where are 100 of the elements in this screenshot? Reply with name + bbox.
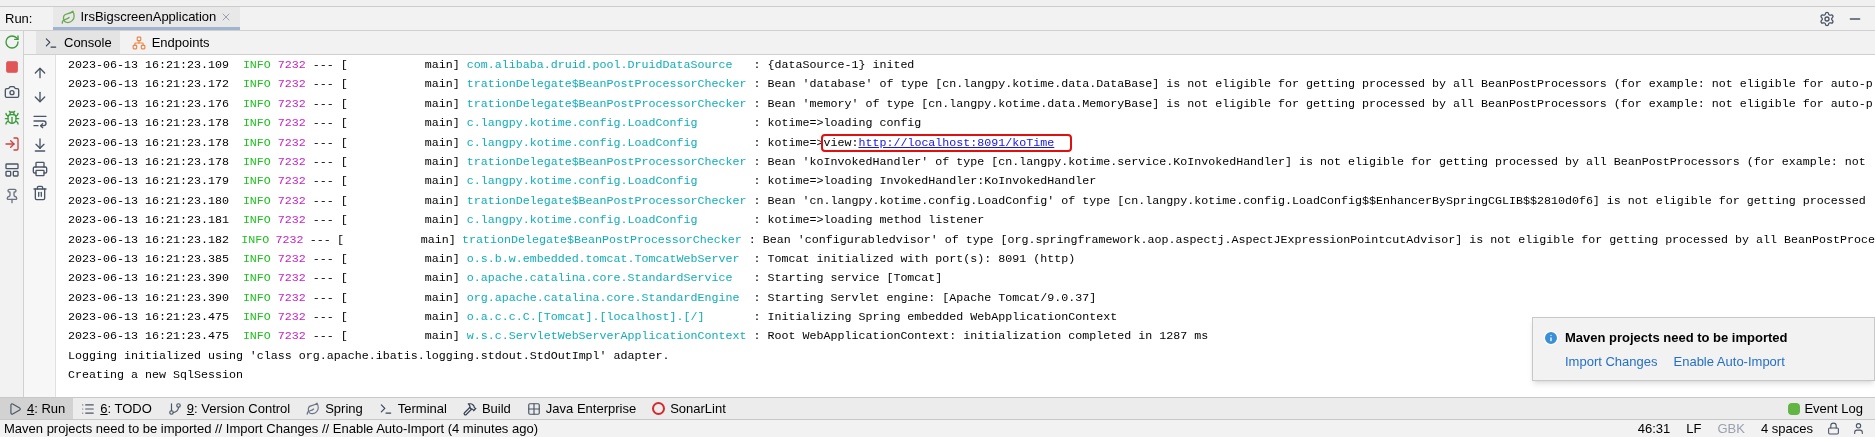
thread-name: [ main] — [340, 115, 460, 133]
logger-name: o.a.c.c.C.[Tomcat].[localhost].[/] — [466, 310, 705, 325]
thread-name: [ main] — [340, 95, 460, 113]
tool-window-button[interactable]: Terminal — [370, 398, 455, 419]
log-level: INFO — [242, 57, 271, 74]
log-separator: --- — [312, 76, 334, 94]
log-timestamp: 2023-06-13 16:21:23.182 — [68, 231, 229, 249]
thread-name: [ main] — [340, 76, 460, 94]
log-level: INFO — [242, 212, 271, 230]
notification-title: Maven projects need to be imported — [1565, 329, 1788, 347]
log-separator: --- — [312, 57, 334, 74]
logger-name: org.apache.catalina.core.StandardEngine — [466, 290, 740, 305]
process-id: 7232 — [277, 289, 306, 307]
logger-name: com.alibaba.druid.pool.DruidDataSource — [466, 58, 733, 72]
log-timestamp: 2023-06-13 16:21:23.109 — [68, 57, 229, 74]
print-icon[interactable] — [31, 161, 48, 177]
log-level: INFO — [242, 76, 271, 94]
log-message: : kotime=>loading config — [753, 115, 922, 133]
leaf-icon — [306, 401, 321, 416]
thread-name: [ main] — [340, 57, 460, 74]
logger-name: trationDelegate$BeanPostProcessorChecker — [466, 193, 747, 208]
log-message: : Starting Servlet engine: [Apache Tomcat/9.0.37] — [753, 289, 1097, 307]
log-text: view: — [823, 135, 859, 150]
logger-name: trationDelegate$BeanPostProcessorChecker — [462, 232, 742, 247]
log-level: INFO — [242, 153, 271, 171]
log-level: INFO — [242, 289, 271, 307]
process-id: 7232 — [277, 192, 306, 210]
log-link[interactable]: http://localhost:8091/koTime — [858, 135, 1055, 150]
bug-icon[interactable] — [3, 110, 20, 126]
notification-link[interactable]: Enable Auto-Import — [1673, 351, 1785, 371]
log-timestamp: 2023-06-13 16:21:23.176 — [68, 95, 229, 113]
process-id: 7232 — [277, 270, 306, 288]
exit-icon[interactable] — [3, 136, 20, 152]
event-log-button[interactable]: Event Log — [1776, 398, 1875, 419]
trash-icon[interactable] — [31, 185, 48, 201]
camera-icon[interactable] — [3, 84, 20, 100]
log-separator: --- — [312, 212, 334, 230]
log-level: INFO — [242, 115, 271, 133]
console-tab[interactable]: Console — [36, 31, 120, 54]
log-level: INFO — [242, 250, 271, 268]
tool-window-button[interactable]: Build — [454, 398, 519, 419]
log-level: INFO — [242, 192, 271, 210]
info-icon — [1543, 329, 1559, 346]
logger-name: c.langpy.kotime.config.LoadConfig — [466, 213, 698, 228]
log-timestamp: 2023-06-13 16:21:23.179 — [68, 173, 229, 191]
tool-window-button[interactable]: Java Enterprise — [518, 398, 645, 419]
status-item[interactable]: LF — [1678, 418, 1710, 437]
settings-icon[interactable] — [1819, 10, 1835, 27]
process-id: 7232 — [277, 173, 306, 191]
status-item[interactable]: 4 spaces — [1752, 418, 1821, 437]
logger-name: trationDelegate$BeanPostProcessorChecker — [466, 154, 747, 169]
thread-name: [ main] — [340, 289, 460, 307]
thread-name: [ main] — [340, 309, 460, 327]
logger-name: c.langpy.kotime.config.LoadConfig — [466, 174, 698, 189]
tool-window-button[interactable]: SonarLint — [644, 398, 734, 419]
tool-window-button[interactable]: 9: Version Control — [159, 398, 299, 419]
process-id: 7232 — [277, 328, 306, 346]
process-id: 7232 — [277, 153, 306, 171]
log-separator: --- — [312, 289, 334, 307]
stop-icon[interactable] — [4, 60, 19, 74]
log-separator: --- — [309, 231, 331, 249]
wrap-icon[interactable] — [31, 113, 48, 129]
endpoints-icon — [131, 35, 146, 50]
log-timestamp: 2023-06-13 16:21:23.385 — [68, 250, 229, 268]
log-separator: --- — [312, 270, 334, 288]
rerun-icon[interactable] — [3, 34, 20, 50]
log-separator: --- — [312, 309, 334, 327]
tool-window-button[interactable]: Spring — [298, 398, 371, 419]
status-item[interactable]: 46:31 — [1629, 418, 1679, 437]
branch-icon — [167, 401, 182, 416]
log-level: INFO — [242, 270, 271, 288]
log-level: INFO — [242, 328, 271, 346]
notification-link[interactable]: Import Changes — [1565, 351, 1658, 371]
logger-name: c.langpy.kotime.config.LoadConfig — [466, 135, 698, 150]
terminal-icon — [378, 401, 393, 416]
logger-name: c.langpy.kotime.config.LoadConfig — [466, 116, 698, 131]
grid-icon — [526, 401, 541, 416]
log-message: : Bean 'database' of type [cn.langpy.kotime.data.DataBase] is not eligible for getting processed by all BeanPostProcessors (for example: not eligible for auto-p — [753, 76, 1873, 94]
lock-icon[interactable] — [1827, 422, 1840, 435]
log-message: : Bean 'configurabledvisor' of type [org.springframework.aop.aspectj.AspectJExpressionPointcutAdvisor] is not eligible for getting processed by all BeanPostProce — [748, 231, 1875, 249]
log-message: : Initializing Spring embedded WebApplicationContext — [753, 309, 1118, 327]
thread-name: [ main] — [340, 250, 460, 268]
log-timestamp: 2023-06-13 16:21:23.181 — [68, 212, 229, 230]
log-message: : Root WebApplicationContext: initialization completed in 1287 ms — [753, 328, 1209, 346]
console-tab[interactable]: Endpoints — [123, 31, 218, 54]
process-id: 7232 — [277, 212, 306, 230]
spring-app-icon — [61, 9, 77, 25]
log-message: : Bean 'memory' of type [cn.langpy.kotime.data.MemoryBase] is not eligible for getting processed by all BeanPostProcessors (for example: not eligible for auto-p — [753, 95, 1873, 113]
log-separator: --- — [312, 95, 334, 113]
run-tab[interactable]: IrsBigscreenApplication — [53, 7, 241, 30]
thread-name: [ main] — [340, 270, 460, 288]
person-icon[interactable] — [1852, 422, 1865, 435]
logger-name: o.apache.catalina.core.StandardService — [466, 271, 733, 286]
log-timestamp: 2023-06-13 16:21:23.475 — [68, 309, 229, 327]
logger-name: o.s.b.w.embedded.tomcat.TomcatWebServer — [466, 251, 740, 266]
tool-window-button[interactable]: 6: TODO — [73, 398, 160, 419]
layout-icon[interactable] — [3, 162, 20, 178]
tool-window-button[interactable]: 4: Run — [0, 398, 74, 419]
log-message: : Bean 'cn.langpy.kotime.config.LoadConfig' of type [cn.langpy.kotime.config.LoadConfig$$EnhancerBySpringCGLIB$$2810d0f6] is not eligible for getting processed — [753, 192, 1866, 210]
thread-name: [ main] — [340, 212, 460, 230]
